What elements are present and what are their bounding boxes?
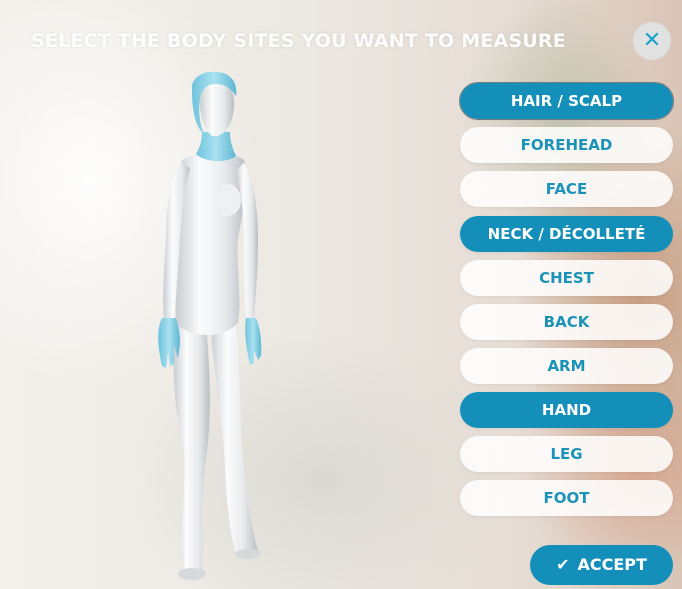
accept-label: ACCEPT	[577, 555, 647, 574]
right-foot[interactable]	[235, 549, 261, 559]
accept-button[interactable]: ✔ ACCEPT	[530, 545, 673, 585]
site-foot[interactable]: FOOT	[460, 480, 673, 516]
site-chest[interactable]: CHEST	[460, 260, 673, 296]
site-forehead[interactable]: FOREHEAD	[460, 127, 673, 163]
site-back[interactable]: BACK	[460, 304, 673, 340]
close-button[interactable]: ✕	[633, 22, 671, 60]
chest[interactable]	[215, 184, 241, 216]
site-leg[interactable]: LEG	[460, 436, 673, 472]
site-hand[interactable]: HAND	[460, 392, 673, 428]
site-neck-decollete[interactable]: NECK / DÉCOLLETÉ	[460, 216, 673, 252]
right-hand[interactable]	[245, 318, 262, 364]
site-hair-scalp[interactable]: HAIR / SCALP	[459, 82, 674, 120]
site-face[interactable]: FACE	[460, 171, 673, 207]
left-foot[interactable]	[178, 568, 206, 580]
body-model[interactable]	[140, 68, 280, 583]
neck-decollete[interactable]	[196, 132, 236, 162]
checkmark-icon: ✔	[556, 555, 570, 574]
site-arm[interactable]: ARM	[460, 348, 673, 384]
page-title: SELECT THE BODY SITES YOU WANT TO MEASUR…	[31, 30, 566, 52]
close-icon: ✕	[642, 28, 662, 53]
face[interactable]	[199, 80, 235, 137]
left-leg[interactable]	[173, 318, 210, 576]
